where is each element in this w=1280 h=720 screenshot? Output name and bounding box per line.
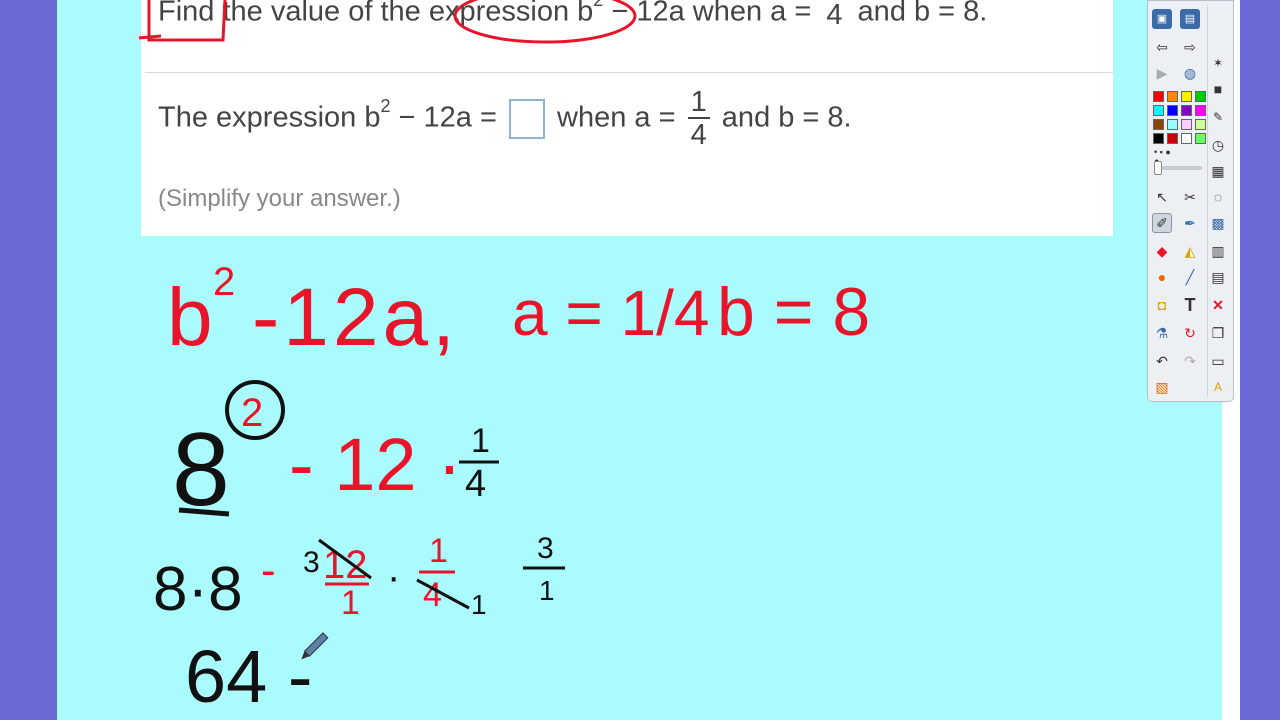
clock-icon[interactable]: ◷ — [1208, 135, 1228, 155]
swatch-blue[interactable] — [1167, 105, 1178, 116]
hw-line2-frac-num: 1 — [471, 422, 490, 460]
hw-line2-frac-den: 4 — [465, 463, 486, 505]
hw-line1-b: b — [167, 272, 213, 363]
fill-bucket-icon[interactable]: ◭ — [1180, 241, 1200, 261]
hw-line1-b-value: b = 8 — [717, 274, 870, 350]
undo-icon[interactable]: ↶ — [1152, 351, 1172, 371]
hw-line2-exp: 2 — [241, 391, 263, 435]
refresh-icon[interactable]: ↻ — [1180, 323, 1200, 343]
hw-line2-rest: - 12 · — [289, 423, 462, 506]
line-tool-icon[interactable]: ╱ — [1180, 267, 1200, 287]
swatch-orange[interactable] — [1167, 91, 1178, 102]
gallery-icon[interactable]: ▧ — [1152, 377, 1172, 397]
shapes-icon[interactable]: ◌ — [1208, 187, 1228, 207]
screen-icon[interactable]: ▣ — [1152, 9, 1172, 29]
swatch-dark-red[interactable] — [1167, 133, 1178, 144]
swatch-yellow[interactable] — [1181, 91, 1192, 102]
pen-tool-icon[interactable]: ✐ — [1152, 213, 1172, 233]
arrow-left-icon[interactable]: ⇦ — [1152, 37, 1172, 57]
swatch-white[interactable] — [1181, 133, 1192, 144]
eraser-icon[interactable]: ◆ — [1152, 241, 1172, 261]
ink-layer: b 2 -12a, a = 1/4 b = 8 8 2 - 12 · 1 4 8… — [138, 0, 870, 718]
table-icon[interactable]: ▥ — [1208, 241, 1228, 261]
hw-line3-small3: 3 — [303, 546, 320, 579]
pen-size-slider[interactable] — [1156, 166, 1202, 170]
ruler-icon[interactable]: ▤ — [1208, 267, 1228, 287]
select-arrow-icon[interactable]: ↖ — [1152, 187, 1172, 207]
hw-line3-frac-num: 1 — [429, 532, 448, 570]
hw-side-den: 1 — [539, 575, 555, 606]
hw-line3-sub1: 1 — [471, 589, 487, 620]
dropper-icon[interactable]: ✎ — [1208, 107, 1228, 127]
play-icon[interactable]: ▶ — [1152, 63, 1172, 83]
font-icon[interactable]: A — [1208, 377, 1228, 397]
swatch-black[interactable] — [1153, 133, 1164, 144]
stamp-icon[interactable]: ◘ — [1152, 295, 1172, 315]
hw-line3-left: 8·8 — [153, 555, 243, 624]
calculator-icon[interactable]: ▦ — [1208, 161, 1228, 181]
beaker-icon[interactable]: ⚗ — [1152, 323, 1172, 343]
screen-capture-icon[interactable]: ▤ — [1180, 9, 1200, 29]
grid-icon[interactable]: ▩ — [1208, 213, 1228, 233]
swatch-pink[interactable] — [1181, 119, 1192, 130]
hw-line1-exp: 2 — [213, 260, 235, 304]
swatch-light-cyan[interactable] — [1167, 119, 1178, 130]
delete-icon[interactable]: ✕ — [1208, 295, 1228, 315]
swatch-red[interactable] — [1153, 91, 1164, 102]
redo-icon[interactable]: ↷ — [1180, 351, 1200, 371]
save-icon[interactable]: ■ — [1208, 79, 1228, 99]
annotation-box-find — [138, 0, 227, 42]
hw-line1-a: a = 1/4 — [512, 277, 710, 349]
annotation-circle-expression — [453, 0, 637, 44]
hw-line3-one: 1 — [341, 584, 360, 622]
hw-line3-minus: - — [261, 546, 276, 595]
pen-size-slider-handle[interactable] — [1154, 161, 1162, 175]
shape-tool-icon[interactable]: ● — [1152, 267, 1172, 287]
page-icon[interactable]: ▭ — [1208, 351, 1228, 371]
hw-line4: 64 - — [185, 635, 313, 718]
swatch-bright-green[interactable] — [1195, 133, 1206, 144]
swatch-brown[interactable] — [1153, 119, 1164, 130]
swatch-green[interactable] — [1195, 91, 1206, 102]
swatch-purple[interactable] — [1181, 105, 1192, 116]
globe-icon[interactable]: ◍ — [1180, 63, 1200, 83]
hw-line1-rest: -12a, — [252, 272, 459, 363]
whiteboard-canvas[interactable]: Find the value of the expression b2 − 12… — [57, 0, 1222, 720]
hw-line3-frac-den: 4 — [423, 576, 442, 614]
swatch-magenta[interactable] — [1195, 105, 1206, 116]
swatch-light-green[interactable] — [1195, 119, 1206, 130]
drawing-toolbar: ▣ ▤ ⇦ ⇨ ▶ ◍ ✶ ■ ✎ ◷ • ▪ ● ● ▦ ↖ ✂ ◌ ✐ ✒ … — [1147, 0, 1234, 402]
hw-side-num: 3 — [537, 532, 554, 565]
arrow-right-icon[interactable]: ⇨ — [1180, 37, 1200, 57]
swatch-cyan[interactable] — [1153, 105, 1164, 116]
highlighter-icon[interactable]: ✒ — [1180, 213, 1200, 233]
copy-icon[interactable]: ❐ — [1208, 323, 1228, 343]
text-tool-icon[interactable]: T — [1180, 295, 1200, 315]
hw-line3-dot: · — [387, 555, 400, 599]
tools-icon[interactable]: ✂ — [1180, 187, 1200, 207]
star-icon[interactable]: ✶ — [1208, 53, 1228, 73]
